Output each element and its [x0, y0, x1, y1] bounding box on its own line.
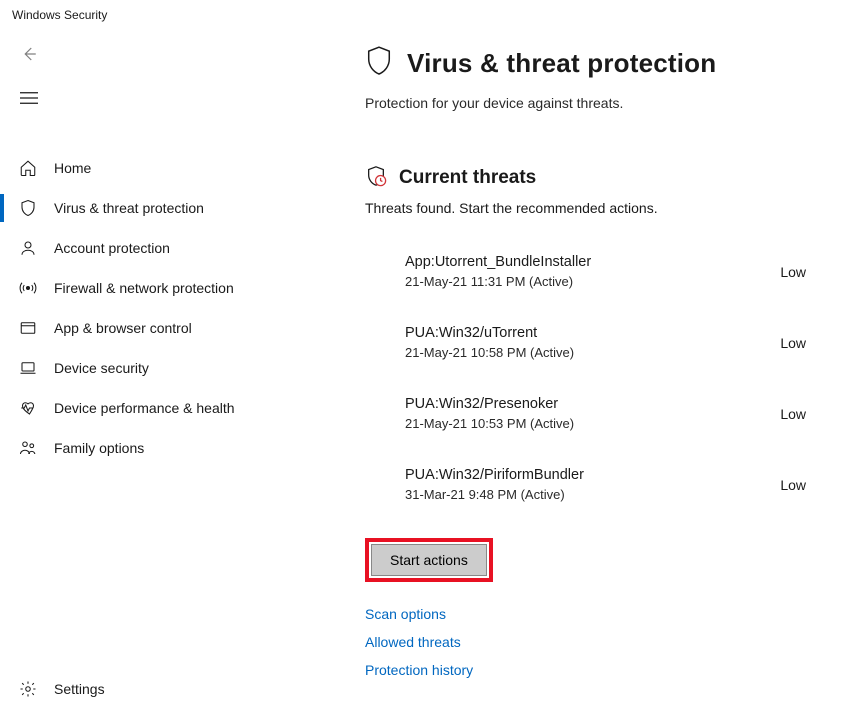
page-header: Virus & threat protection	[365, 46, 850, 81]
sidebar-item-label: Home	[54, 160, 91, 176]
settings-label: Settings	[54, 681, 105, 697]
browser-icon	[18, 318, 38, 338]
link-scan-options[interactable]: Scan options	[365, 606, 850, 622]
threat-name: App:Utorrent_BundleInstaller	[405, 254, 591, 270]
hamburger-button[interactable]	[12, 76, 56, 120]
threat-links: Scan options Allowed threats Protection …	[365, 606, 850, 678]
heart-icon	[18, 398, 38, 418]
section-subtitle: Threats found. Start the recommended act…	[365, 200, 850, 216]
sidebar-item-settings[interactable]: Settings	[0, 665, 335, 713]
sidebar-item-label: Device security	[54, 360, 149, 376]
hamburger-icon	[20, 91, 38, 105]
window-titlebar: Windows Security	[0, 0, 860, 28]
sidebar-item-performance[interactable]: Device performance & health	[0, 388, 335, 428]
threat-list: App:Utorrent_BundleInstaller 21-May-21 1…	[365, 254, 850, 502]
sidebar-item-account[interactable]: Account protection	[0, 228, 335, 268]
person-icon	[18, 238, 38, 258]
threat-severity: Low	[780, 264, 806, 280]
main-content: Virus & threat protection Protection for…	[335, 28, 860, 713]
sidebar-item-app-browser[interactable]: App & browser control	[0, 308, 335, 348]
page-title: Virus & threat protection	[407, 48, 716, 79]
sidebar-top	[0, 28, 335, 120]
section-header: Current threats	[365, 165, 850, 190]
threat-row[interactable]: PUA:Win32/uTorrent 21-May-21 10:58 PM (A…	[365, 325, 850, 360]
threat-row[interactable]: PUA:Win32/PiriformBundler 31-Mar-21 9:48…	[365, 467, 850, 502]
sidebar-item-firewall[interactable]: Firewall & network protection	[0, 268, 335, 308]
threat-row[interactable]: App:Utorrent_BundleInstaller 21-May-21 1…	[365, 254, 850, 289]
gear-icon	[18, 679, 38, 699]
link-allowed-threats[interactable]: Allowed threats	[365, 634, 850, 650]
laptop-icon	[18, 358, 38, 378]
home-icon	[18, 158, 38, 178]
threat-info: PUA:Win32/uTorrent 21-May-21 10:58 PM (A…	[405, 325, 574, 360]
threat-name: PUA:Win32/PiriformBundler	[405, 467, 584, 483]
threat-severity: Low	[780, 335, 806, 351]
shield-icon	[18, 198, 38, 218]
sidebar-item-label: Account protection	[54, 240, 170, 256]
sidebar-item-label: Family options	[54, 440, 144, 456]
section-title: Current threats	[399, 167, 536, 189]
threat-meta: 21-May-21 10:58 PM (Active)	[405, 345, 574, 360]
link-protection-history[interactable]: Protection history	[365, 662, 850, 678]
threat-severity: Low	[780, 406, 806, 422]
threat-meta: 21-May-21 11:31 PM (Active)	[405, 274, 591, 289]
sidebar-item-virus-threat[interactable]: Virus & threat protection	[0, 188, 335, 228]
sidebar-item-family[interactable]: Family options	[0, 428, 335, 468]
threat-meta: 31-Mar-21 9:48 PM (Active)	[405, 487, 584, 502]
threat-info: PUA:Win32/Presenoker 21-May-21 10:53 PM …	[405, 396, 574, 431]
sidebar-item-label: Virus & threat protection	[54, 200, 204, 216]
threat-row[interactable]: PUA:Win32/Presenoker 21-May-21 10:53 PM …	[365, 396, 850, 431]
sidebar-item-label: Device performance & health	[54, 400, 235, 416]
threat-severity: Low	[780, 477, 806, 493]
sidebar-item-home[interactable]: Home	[0, 148, 335, 188]
app-body: Home Virus & threat protection Account p…	[0, 28, 860, 713]
arrow-left-icon	[20, 45, 38, 63]
threat-meta: 21-May-21 10:53 PM (Active)	[405, 416, 574, 431]
sidebar-item-label: App & browser control	[54, 320, 192, 336]
current-threats-section: Current threats Threats found. Start the…	[365, 165, 850, 678]
threat-info: PUA:Win32/PiriformBundler 31-Mar-21 9:48…	[405, 467, 584, 502]
family-icon	[18, 438, 38, 458]
sidebar-item-device-security[interactable]: Device security	[0, 348, 335, 388]
back-button[interactable]	[12, 32, 56, 76]
shield-icon	[365, 46, 393, 81]
window-title: Windows Security	[12, 8, 107, 22]
start-actions-button[interactable]: Start actions	[371, 544, 487, 576]
threat-name: PUA:Win32/Presenoker	[405, 396, 574, 412]
threat-name: PUA:Win32/uTorrent	[405, 325, 574, 341]
sidebar-item-label: Firewall & network protection	[54, 280, 234, 296]
page-subtitle: Protection for your device against threa…	[365, 95, 850, 111]
start-actions-highlight: Start actions	[365, 538, 493, 582]
threat-history-icon	[365, 165, 387, 190]
nav-list: Home Virus & threat protection Account p…	[0, 148, 335, 468]
threat-info: App:Utorrent_BundleInstaller 21-May-21 1…	[405, 254, 591, 289]
sidebar: Home Virus & threat protection Account p…	[0, 28, 335, 713]
broadcast-icon	[18, 278, 38, 298]
